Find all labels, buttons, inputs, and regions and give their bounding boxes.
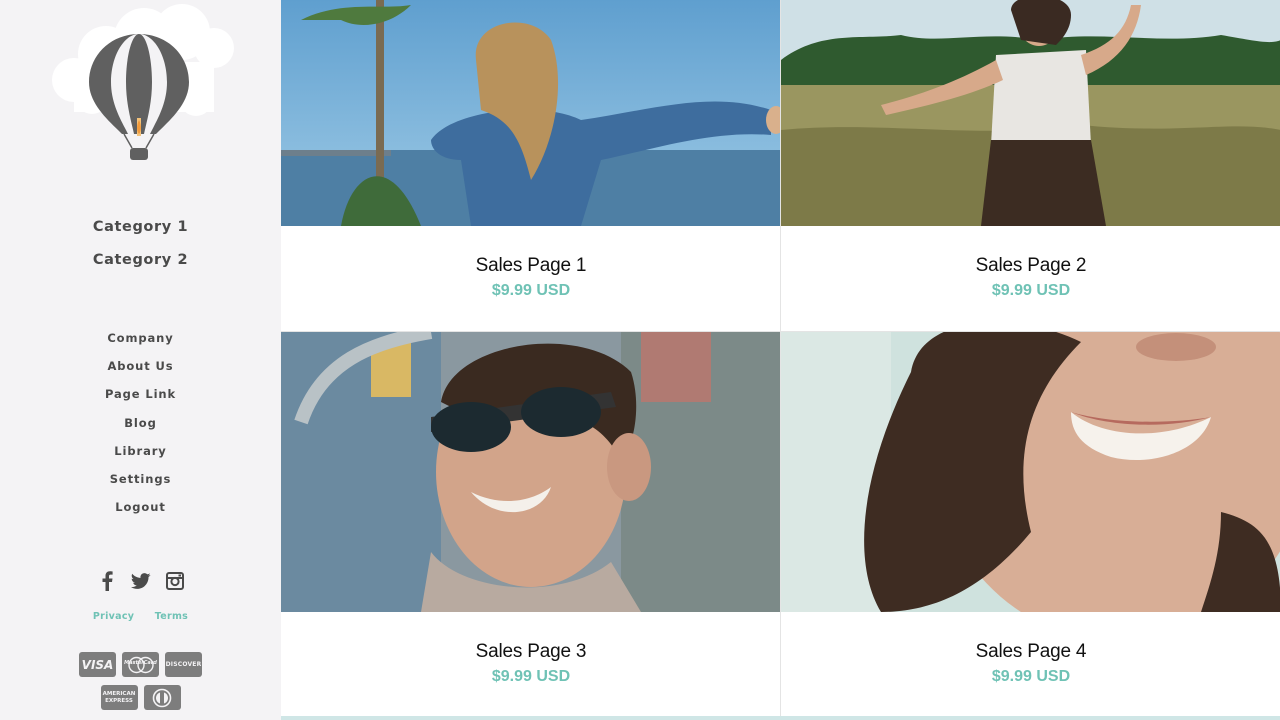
next-row-edge <box>281 716 1280 720</box>
product-info-4: Sales Page 4 $9.99 USD <box>781 640 1280 690</box>
nav-link-company[interactable]: Company <box>0 328 281 356</box>
row-divider <box>281 331 1280 332</box>
nav-link-page-link[interactable]: Page Link <box>0 384 281 412</box>
product-title-4[interactable]: Sales Page 4 <box>781 640 1280 664</box>
product-title-3[interactable]: Sales Page 3 <box>281 640 781 664</box>
nav-link-blog[interactable]: Blog <box>0 413 281 441</box>
product-info-2: Sales Page 2 $9.99 USD <box>781 254 1280 304</box>
nav-link-logout[interactable]: Logout <box>0 497 281 525</box>
product-image-3[interactable] <box>281 332 781 612</box>
product-price-3: $9.99 USD <box>491 668 571 685</box>
nav-link-settings[interactable]: Settings <box>0 469 281 497</box>
instagram-icon[interactable] <box>164 570 186 592</box>
discover-card-icon: DISCOVER <box>165 652 202 677</box>
category-link-1[interactable]: Category 1 <box>0 216 281 249</box>
product-image-1[interactable] <box>281 0 781 226</box>
amex-card-icon: AMERICAN EXPRESS <box>100 685 138 710</box>
facebook-icon[interactable] <box>96 570 118 592</box>
product-info-3: Sales Page 3 $9.99 USD <box>281 640 781 690</box>
product-card-1[interactable]: Sales Page 1 $9.99 USD <box>281 0 781 331</box>
amex-label-line2: EXPRESS <box>105 697 133 704</box>
sidebar: Category 1 Category 2 Company About Us P… <box>0 0 281 720</box>
product-card-4[interactable]: Sales Page 4 $9.99 USD <box>781 332 1280 720</box>
product-image-4[interactable] <box>781 332 1280 612</box>
hot-air-balloon-logo[interactable] <box>44 2 238 164</box>
diners-club-icon <box>143 685 181 710</box>
mastercard-label: MasterCard <box>124 660 157 666</box>
social-links <box>0 570 281 592</box>
product-title-1[interactable]: Sales Page 1 <box>281 254 781 278</box>
category-link-2[interactable]: Category 2 <box>0 249 281 282</box>
product-card-2[interactable]: Sales Page 2 $9.99 USD <box>781 0 1280 331</box>
visa-card-icon: VISA <box>79 652 116 677</box>
product-price-4: $9.99 USD <box>991 668 1071 685</box>
product-title-2[interactable]: Sales Page 2 <box>781 254 1280 278</box>
mastercard-icon: MasterCard <box>122 652 159 677</box>
product-price-1: $9.99 USD <box>491 282 571 299</box>
privacy-link[interactable]: Privacy <box>93 611 134 622</box>
amex-label-line1: AMERICAN <box>102 690 136 697</box>
twitter-icon[interactable] <box>130 570 152 592</box>
product-price-2: $9.99 USD <box>991 282 1071 299</box>
column-divider <box>780 0 781 720</box>
product-image-2[interactable] <box>781 0 1280 226</box>
nav-link-library[interactable]: Library <box>0 441 281 469</box>
terms-link[interactable]: Terms <box>155 611 188 622</box>
legal-links: Privacy Terms <box>0 606 281 624</box>
product-card-3[interactable]: Sales Page 3 $9.99 USD <box>281 332 781 720</box>
nav-link-about-us[interactable]: About Us <box>0 356 281 384</box>
page-nav: Company About Us Page Link Blog Library … <box>0 328 281 525</box>
product-info-1: Sales Page 1 $9.99 USD <box>281 254 781 304</box>
payment-methods: VISA MasterCard DISCOVER AMERICAN EXPRES… <box>0 652 281 718</box>
category-nav: Category 1 Category 2 <box>0 216 281 282</box>
product-grid: Sales Page 1 $9.99 USD Sales Page 2 $9.9… <box>281 0 1280 720</box>
